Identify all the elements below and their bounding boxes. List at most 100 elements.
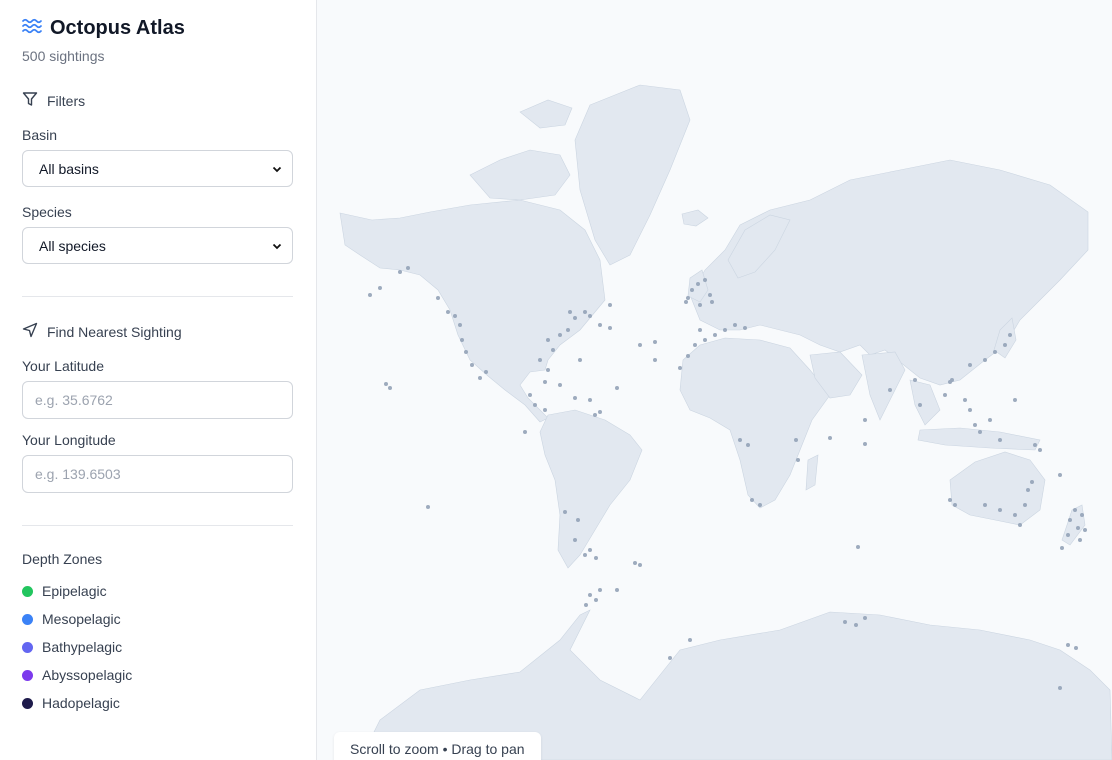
sighting-marker[interactable] (594, 556, 598, 560)
sighting-marker[interactable] (968, 408, 972, 412)
sighting-marker[interactable] (698, 303, 702, 307)
sighting-marker[interactable] (566, 328, 570, 332)
sighting-marker[interactable] (588, 548, 592, 552)
sighting-marker[interactable] (918, 403, 922, 407)
sighting-marker[interactable] (615, 588, 619, 592)
sighting-marker[interactable] (446, 310, 450, 314)
sighting-marker[interactable] (668, 656, 672, 660)
sighting-marker[interactable] (453, 314, 457, 318)
sighting-marker[interactable] (708, 293, 712, 297)
sighting-marker[interactable] (551, 348, 555, 352)
sighting-marker[interactable] (828, 436, 832, 440)
sighting-marker[interactable] (1033, 443, 1037, 447)
sighting-marker[interactable] (684, 300, 688, 304)
sighting-marker[interactable] (998, 508, 1002, 512)
sighting-marker[interactable] (573, 316, 577, 320)
sighting-marker[interactable] (593, 413, 597, 417)
sighting-marker[interactable] (388, 386, 392, 390)
sighting-marker[interactable] (698, 328, 702, 332)
sighting-marker[interactable] (746, 443, 750, 447)
sighting-marker[interactable] (594, 598, 598, 602)
sighting-marker[interactable] (703, 338, 707, 342)
sighting-marker[interactable] (598, 323, 602, 327)
sighting-marker[interactable] (863, 616, 867, 620)
sighting-marker[interactable] (598, 410, 602, 414)
sighting-marker[interactable] (1066, 643, 1070, 647)
sighting-marker[interactable] (1073, 508, 1077, 512)
sighting-marker[interactable] (573, 538, 577, 542)
map-canvas[interactable] (318, 0, 1112, 760)
sighting-marker[interactable] (398, 270, 402, 274)
sighting-marker[interactable] (528, 393, 532, 397)
sighting-marker[interactable] (1030, 480, 1034, 484)
sighting-marker[interactable] (913, 378, 917, 382)
sighting-marker[interactable] (690, 288, 694, 292)
sighting-marker[interactable] (378, 286, 382, 290)
sighting-marker[interactable] (1018, 523, 1022, 527)
sighting-marker[interactable] (796, 458, 800, 462)
sighting-marker[interactable] (688, 638, 692, 642)
sighting-marker[interactable] (583, 553, 587, 557)
sighting-marker[interactable] (460, 338, 464, 342)
sighting-marker[interactable] (558, 333, 562, 337)
sighting-marker[interactable] (758, 503, 762, 507)
sighting-marker[interactable] (406, 266, 410, 270)
sighting-marker[interactable] (568, 310, 572, 314)
sighting-marker[interactable] (1058, 686, 1062, 690)
sighting-marker[interactable] (546, 368, 550, 372)
sighting-marker[interactable] (638, 343, 642, 347)
sighting-marker[interactable] (863, 418, 867, 422)
sighting-marker[interactable] (558, 383, 562, 387)
sighting-marker[interactable] (523, 430, 527, 434)
sighting-marker[interactable] (686, 354, 690, 358)
sighting-marker[interactable] (888, 388, 892, 392)
sighting-marker[interactable] (615, 386, 619, 390)
sighting-marker[interactable] (578, 358, 582, 362)
sighting-marker[interactable] (843, 620, 847, 624)
sighting-marker[interactable] (953, 503, 957, 507)
sighting-marker[interactable] (588, 398, 592, 402)
sighting-marker[interactable] (1066, 533, 1070, 537)
sighting-marker[interactable] (678, 366, 682, 370)
basin-select[interactable]: All basins (22, 150, 293, 187)
sighting-marker[interactable] (973, 423, 977, 427)
sighting-marker[interactable] (584, 603, 588, 607)
sighting-marker[interactable] (653, 340, 657, 344)
sighting-marker[interactable] (723, 328, 727, 332)
sighting-marker[interactable] (750, 498, 754, 502)
sighting-marker[interactable] (653, 358, 657, 362)
sighting-marker[interactable] (1058, 473, 1062, 477)
sighting-marker[interactable] (1083, 528, 1087, 532)
sighting-marker[interactable] (638, 563, 642, 567)
sighting-marker[interactable] (948, 498, 952, 502)
sighting-marker[interactable] (588, 314, 592, 318)
sighting-marker[interactable] (710, 300, 714, 304)
sighting-marker[interactable] (543, 408, 547, 412)
longitude-input[interactable] (22, 455, 293, 493)
world-map[interactable]: Scroll to zoom • Drag to pan (318, 0, 1112, 760)
sighting-marker[interactable] (533, 403, 537, 407)
sighting-marker[interactable] (1038, 448, 1042, 452)
sighting-marker[interactable] (983, 358, 987, 362)
sighting-marker[interactable] (743, 326, 747, 330)
sighting-marker[interactable] (563, 510, 567, 514)
sighting-marker[interactable] (856, 545, 860, 549)
sighting-marker[interactable] (1003, 343, 1007, 347)
sighting-marker[interactable] (686, 296, 690, 300)
sighting-marker[interactable] (993, 350, 997, 354)
sighting-marker[interactable] (478, 376, 482, 380)
sighting-marker[interactable] (983, 503, 987, 507)
sighting-marker[interactable] (854, 623, 858, 627)
sighting-marker[interactable] (1008, 333, 1012, 337)
sighting-marker[interactable] (538, 358, 542, 362)
sighting-marker[interactable] (608, 303, 612, 307)
sighting-marker[interactable] (988, 418, 992, 422)
sighting-marker[interactable] (733, 323, 737, 327)
sighting-marker[interactable] (546, 338, 550, 342)
sighting-marker[interactable] (1013, 513, 1017, 517)
sighting-marker[interactable] (598, 588, 602, 592)
sighting-marker[interactable] (978, 430, 982, 434)
sighting-marker[interactable] (368, 293, 372, 297)
species-select[interactable]: All species (22, 227, 293, 264)
sighting-marker[interactable] (943, 393, 947, 397)
